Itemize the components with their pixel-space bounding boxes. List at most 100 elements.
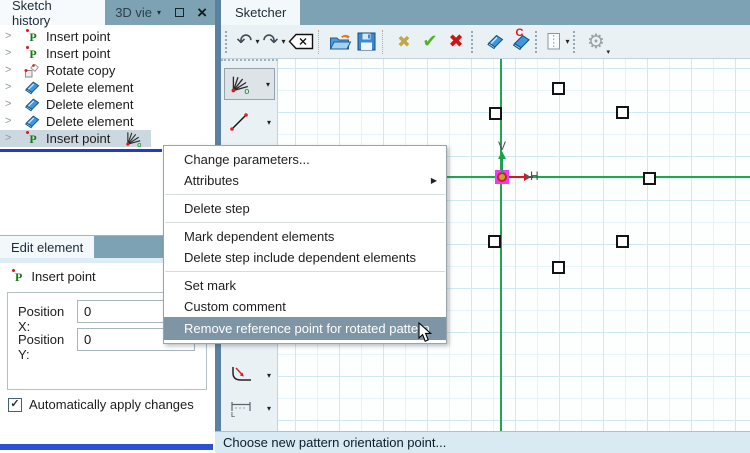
history-item[interactable]: > P Insert point bbox=[0, 45, 213, 62]
pattern-point[interactable] bbox=[616, 106, 629, 119]
dimension-tool-icon: L bbox=[228, 398, 254, 418]
history-item-label: Insert point bbox=[46, 131, 111, 146]
menu-separator bbox=[164, 191, 446, 198]
auto-apply-checkbox[interactable]: ✓ bbox=[8, 397, 22, 412]
auto-apply-label: Automatically apply changes bbox=[29, 397, 194, 412]
history-item[interactable]: > Rotate copy bbox=[0, 62, 213, 79]
history-item-label: Rotate copy bbox=[46, 63, 116, 78]
dimension-tool-button[interactable]: L ▾ bbox=[224, 392, 275, 424]
rotated-pattern-tool-button[interactable]: o ▾ bbox=[224, 68, 275, 100]
menu-item[interactable]: Mark dependent elements bbox=[164, 226, 446, 247]
menu-item[interactable]: Custom comment bbox=[164, 296, 446, 317]
insert-point-icon: P bbox=[23, 28, 40, 43]
context-menu: Change parameters... Attributes ▶ Delete st… bbox=[163, 145, 447, 344]
h-axis-label: H bbox=[530, 169, 539, 183]
expand-chevron-icon[interactable]: > bbox=[5, 65, 16, 76]
settings-icon: ⚙ ▾ bbox=[587, 30, 610, 56]
panel-bottom-indicator bbox=[0, 444, 213, 450]
pattern-point[interactable] bbox=[552, 261, 565, 274]
save-file-button[interactable] bbox=[354, 28, 378, 56]
menu-item[interactable]: Delete step bbox=[164, 198, 446, 219]
insert-point-icon: P bbox=[23, 130, 40, 145]
history-item[interactable]: > Delete element bbox=[0, 79, 213, 96]
tab-sketch-history[interactable]: Sketch history bbox=[0, 0, 106, 28]
history-item[interactable]: > P Insert point bbox=[0, 28, 213, 45]
dropdown-arrow-icon[interactable]: ▾ bbox=[565, 37, 569, 46]
toolbar-separator bbox=[318, 29, 324, 54]
save-file-icon bbox=[357, 32, 376, 51]
mouse-cursor-icon bbox=[418, 322, 432, 342]
drawing-view-button[interactable]: ▾ bbox=[546, 28, 570, 56]
dropdown-arrow-icon[interactable]: ▾ bbox=[255, 37, 259, 46]
menu-item[interactable]: Delete step include dependent elements bbox=[164, 247, 446, 268]
tab-dropdown-icon[interactable]: ▾ bbox=[157, 8, 161, 17]
erase-construction-button[interactable]: C bbox=[508, 27, 532, 56]
expand-chevron-icon[interactable]: > bbox=[5, 116, 16, 127]
insertion-marker-line bbox=[0, 149, 162, 152]
svg-text:o: o bbox=[138, 140, 142, 147]
pattern-point[interactable] bbox=[488, 235, 501, 248]
finish-sketch-button[interactable]: ✔ bbox=[418, 28, 442, 56]
dropdown-arrow-icon[interactable]: ▾ bbox=[267, 371, 271, 380]
delete-last-button[interactable] bbox=[288, 28, 314, 56]
pattern-point[interactable] bbox=[643, 172, 656, 185]
history-panel-tabbar: Sketch history 3D vie ▾ × bbox=[0, 0, 215, 28]
cancel-sketch-icon: ✖ bbox=[448, 31, 464, 51]
svg-text:o: o bbox=[244, 85, 249, 93]
line-tool-icon bbox=[228, 111, 250, 133]
toolbar-grip bbox=[535, 30, 541, 53]
menu-separator bbox=[164, 219, 446, 226]
close-icon[interactable]: × bbox=[197, 4, 207, 21]
y-axis-arrow-icon bbox=[498, 151, 506, 173]
dropdown-arrow-icon[interactable]: ▾ bbox=[267, 118, 271, 127]
maximize-icon[interactable] bbox=[175, 8, 185, 17]
toolbar-separator bbox=[382, 29, 388, 54]
tab-3d-view[interactable]: 3D vie bbox=[115, 5, 152, 20]
dropdown-arrow-icon[interactable]: ▾ bbox=[266, 80, 270, 89]
toolbar-grip bbox=[471, 30, 477, 53]
dropdown-arrow-icon[interactable]: ▾ bbox=[267, 404, 271, 413]
open-file-button[interactable] bbox=[328, 28, 352, 56]
redo-button[interactable]: ↷ ▾ bbox=[262, 28, 286, 56]
drawing-view-icon bbox=[546, 32, 562, 51]
dropdown-arrow-icon[interactable]: ▾ bbox=[281, 37, 285, 46]
tab-sketcher[interactable]: Sketcher bbox=[221, 0, 301, 25]
settings-button[interactable]: ⚙ ▾ bbox=[584, 28, 610, 56]
erase-element-button[interactable] bbox=[482, 28, 506, 56]
menu-item[interactable]: Change parameters... bbox=[164, 149, 446, 170]
auto-apply-row: ✓ Automatically apply changes bbox=[8, 397, 194, 412]
pattern-point[interactable] bbox=[552, 82, 565, 95]
edit-element-header: P Insert point bbox=[12, 268, 96, 284]
delete-last-icon bbox=[288, 33, 314, 50]
pattern-point[interactable] bbox=[489, 107, 502, 120]
expand-chevron-icon[interactable]: > bbox=[5, 133, 16, 144]
history-item[interactable]: > Delete element bbox=[0, 113, 213, 130]
undo-button[interactable]: ↶ ▾ bbox=[236, 28, 260, 56]
cancel-sketch-button[interactable]: ✖ bbox=[444, 28, 468, 56]
tab-edit-element[interactable]: Edit element bbox=[0, 236, 95, 258]
eraser-icon bbox=[23, 114, 40, 129]
rotate-copy-icon bbox=[23, 63, 40, 78]
line-tool-button[interactable]: ▾ bbox=[224, 106, 275, 138]
open-file-icon bbox=[329, 33, 352, 51]
fillet-tool-button[interactable]: ▾ bbox=[224, 359, 275, 391]
sketch-history-tree: > P Insert point > P Insert point > Rotate cop… bbox=[0, 28, 213, 147]
insert-point-icon: P bbox=[12, 268, 22, 283]
insert-point-icon: P bbox=[23, 45, 40, 60]
history-item-label: Delete element bbox=[46, 114, 134, 129]
history-item-label: Delete element bbox=[46, 97, 134, 112]
tab-sketcher-label: Sketcher bbox=[235, 5, 287, 20]
erase-construction-icon: C bbox=[510, 27, 531, 50]
history-panel-tabbar-rest: 3D vie ▾ × bbox=[105, 0, 215, 25]
menu-item[interactable]: Attributes ▶ bbox=[164, 170, 446, 191]
expand-chevron-icon[interactable]: > bbox=[5, 48, 16, 59]
pattern-point[interactable] bbox=[616, 235, 629, 248]
expand-chevron-icon[interactable]: > bbox=[5, 99, 16, 110]
menu-item[interactable]: Set mark bbox=[164, 275, 446, 296]
history-item[interactable]: > Delete element bbox=[0, 96, 213, 113]
checkmark-icon: ✓ bbox=[10, 398, 20, 410]
expand-chevron-icon[interactable]: > bbox=[5, 82, 16, 93]
menu-item[interactable]: Remove reference point for rotated patte… bbox=[164, 317, 446, 340]
delete-sketch-button[interactable]: ✖ bbox=[392, 28, 416, 56]
expand-chevron-icon[interactable]: > bbox=[5, 31, 16, 42]
